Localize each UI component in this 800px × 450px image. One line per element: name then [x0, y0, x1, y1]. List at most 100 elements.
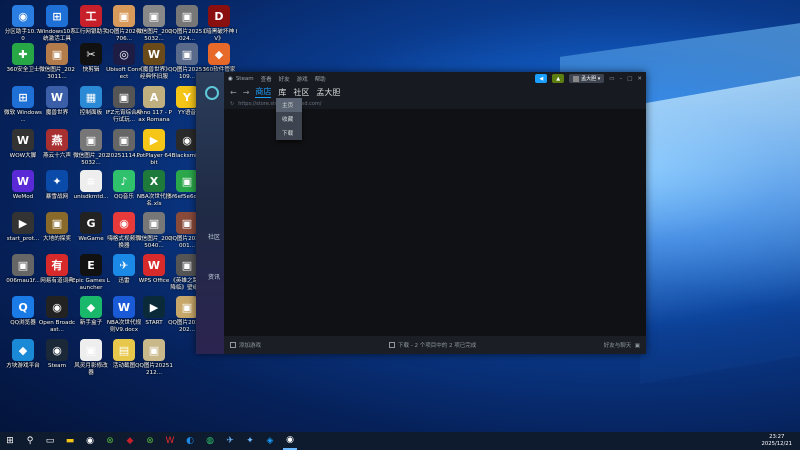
game-icon[interactable]: ◆	[123, 432, 137, 450]
file-explorer-icon[interactable]: ▬	[63, 432, 77, 450]
desktop-icon[interactable]: 有网易有道词典	[38, 254, 76, 285]
app-icon: W	[143, 254, 165, 276]
app-icon: ✂	[80, 43, 102, 65]
app-icon: ▣	[143, 339, 165, 361]
app-icon: ▣	[143, 212, 165, 234]
chat-icon: ▣	[633, 343, 640, 349]
close-icon[interactable]: ✕	[637, 76, 642, 82]
qq-browser-icon[interactable]: ◐	[183, 432, 197, 450]
steam-window: ◉ Steam 查看 好友 游戏 帮助 ◀ ▲ 孟大胆 ▾ ▭ – □ ✕ ← …	[196, 72, 646, 354]
menu-item-home[interactable]: 主页	[276, 98, 302, 112]
desktop-icon[interactable]: D 《暗黑破坏神 IV》	[200, 5, 238, 43]
app-icon: G	[80, 212, 102, 234]
desktop-icon[interactable]: ⊞ 微软 Windows ...	[4, 86, 42, 124]
desktop-icon[interactable]: ▣ 006mau1f...	[4, 254, 42, 285]
system-clock[interactable]: 23:27 2025/12/21	[761, 434, 792, 448]
desktop-icon-label: WeMod	[12, 194, 34, 200]
desktop-icon-label: 微软 Windows ...	[4, 110, 42, 123]
menu-friends[interactable]: 好友	[279, 75, 290, 83]
chevron-down-icon: ▾	[596, 75, 601, 82]
desktop-icon[interactable]: W WeMod	[4, 170, 42, 201]
notifications-button[interactable]: ▲	[552, 74, 565, 83]
desktop-icon[interactable]: ▣ 大地的探奖	[38, 212, 76, 243]
search-icon[interactable]: ⚲	[23, 432, 37, 450]
desktop-icon[interactable]: W WOW大脚	[4, 129, 42, 160]
friends-chat-button[interactable]: 好友与聊天 ▣	[604, 341, 640, 349]
xbox-app-icon[interactable]: ⊗	[143, 432, 157, 450]
app-icon: ▤	[113, 339, 135, 361]
menu-item-wishlist[interactable]: 收藏	[276, 112, 302, 126]
app-icon: ◎	[113, 43, 135, 65]
wegame-icon[interactable]: ◈	[263, 432, 277, 450]
wechat-icon[interactable]: ◍	[203, 432, 217, 450]
desktop-icon[interactable]: Q QQ浏览器	[4, 296, 42, 327]
app-icon: ♪	[113, 170, 135, 192]
tab-store[interactable]: 商店	[255, 86, 272, 98]
desktop-icon-label: 网易有道词典	[40, 278, 74, 284]
menu-help[interactable]: 帮助	[315, 75, 326, 83]
app-icon: 工	[80, 5, 102, 27]
tab-community[interactable]: 社区	[293, 87, 309, 98]
plus-icon	[230, 342, 236, 348]
desktop-icon[interactable]: ◉ 分区助手10.7.0	[4, 5, 42, 43]
add-game-button[interactable]: 添加游戏	[230, 341, 261, 349]
menu-view[interactable]: 查看	[261, 75, 272, 83]
app-icon: ⊞	[12, 86, 34, 108]
desktop-icon-label: 微信图片_2023011...	[39, 67, 75, 80]
download-icon	[389, 342, 396, 348]
xbox-icon[interactable]: ⊗	[103, 432, 117, 450]
maximize-icon[interactable]: □	[627, 76, 632, 82]
desktop-icon[interactable]: ✚ 360安全卫士	[4, 43, 42, 74]
desktop-icon[interactable]: 燕燕云十六声	[38, 129, 76, 160]
desktop-icon[interactable]: ⊞ Windows10系统激活工具	[38, 5, 76, 43]
app-icon: ◉	[12, 5, 34, 27]
desktop-icon[interactable]: ✦ 暴雪战网	[38, 170, 76, 201]
menu-steam[interactable]: Steam	[236, 76, 254, 82]
side-community-label: 社区	[208, 234, 221, 241]
app-icon: E	[80, 254, 102, 276]
desktop-icon[interactable]: ◆ 方块游戏平台	[4, 339, 42, 370]
app-icon: ▣	[176, 43, 198, 65]
steam-titlebar: ◉ Steam 查看 好友 游戏 帮助 ◀ ▲ 孟大胆 ▾ ▭ – □ ✕	[224, 72, 646, 85]
monitor-icon[interactable]: ▭	[609, 76, 614, 82]
desktop-icon[interactable]: W 魔兽世界	[38, 86, 76, 117]
qq-icon[interactable]: ◉	[83, 432, 97, 450]
desktop-icon-label: 360安全卫士	[6, 67, 40, 73]
steam-logo-icon	[205, 86, 219, 100]
menu-games[interactable]: 游戏	[297, 75, 308, 83]
desktop-icon[interactable]: ▣ 微信图片_2023011...	[38, 43, 76, 81]
start-button[interactable]: ⊞	[3, 432, 17, 450]
wps-icon[interactable]: W	[163, 432, 177, 450]
battlenet-icon[interactable]: ✦	[243, 432, 257, 450]
app-icon: W	[12, 129, 34, 151]
desktop-icon[interactable]: ▣ QQ图片20251212...	[135, 339, 173, 377]
account-menu[interactable]: 孟大胆 ▾	[569, 74, 605, 83]
tab-library[interactable]: 库	[278, 87, 286, 98]
tab-profile[interactable]: 孟大胆	[316, 87, 340, 98]
app-icon: ▣	[176, 5, 198, 27]
downloads-status[interactable]: 下载 - 2 个项目中的 2 项已完成	[389, 341, 476, 349]
taskbar: ⊞ ⚲ ▭ ▬ ◉ ⊗ ◆ ⊗ W ◐ ◍ ✈ ✦ ◈ ◉ 23:27 2025…	[0, 432, 800, 450]
add-game-label: 添加游戏	[239, 343, 262, 349]
app-icon: W	[46, 86, 68, 108]
app-icon: W	[12, 170, 34, 192]
app-icon: 有	[46, 254, 68, 276]
app-icon: ▦	[80, 86, 102, 108]
app-icon: ◆	[80, 296, 102, 318]
desktop-icon[interactable]: ◉ Steam	[38, 339, 76, 370]
steam-taskbar-icon[interactable]: ◉	[283, 432, 297, 450]
desktop-icon[interactable]: ▶ start_prot...	[4, 212, 42, 243]
xunlei-icon[interactable]: ✈	[223, 432, 237, 450]
desktop-icon[interactable]: ◆ 360软件管家	[200, 43, 238, 74]
back-arrow-icon[interactable]: ←	[230, 88, 237, 97]
app-icon: ▣	[176, 170, 198, 192]
wallpaper-light-beam	[640, 75, 800, 385]
menu-item-downloads[interactable]: 下载	[276, 126, 302, 140]
broadcast-button[interactable]: ◀	[535, 74, 548, 83]
forward-arrow-icon[interactable]: →	[243, 88, 250, 97]
desktop-icon[interactable]: ◉ Open Broadcast...	[38, 296, 76, 334]
app-icon: ▣	[176, 296, 198, 318]
app-icon: ▶	[143, 296, 165, 318]
minimize-icon[interactable]: –	[619, 76, 622, 82]
task-view-icon[interactable]: ▭	[43, 432, 57, 450]
